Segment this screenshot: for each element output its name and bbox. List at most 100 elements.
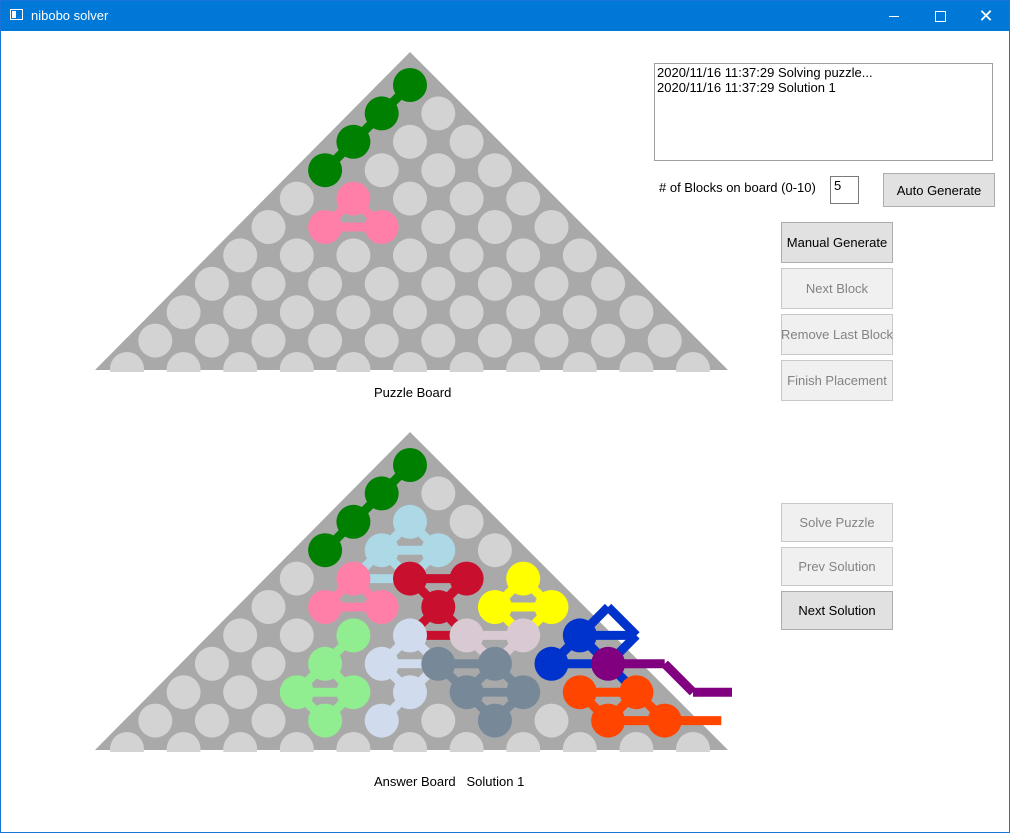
title-bar[interactable]: nibobo solver ✕ [1,1,1009,31]
puzzle-empty-cell[interactable] [166,295,201,330]
prev-solution-button[interactable]: Prev Solution [781,547,893,586]
puzzle-empty-cell[interactable] [251,210,286,244]
answer-filled-cell [619,675,654,710]
answer-filled-cell [562,675,597,710]
puzzle-empty-cell[interactable] [393,124,427,159]
answer-filled-cell [591,703,626,738]
puzzle-empty-cell[interactable] [591,266,626,301]
answer-filled-cell [506,675,541,710]
puzzle-empty-cell[interactable] [506,295,541,330]
puzzle-empty-cell[interactable] [477,153,512,188]
puzzle-empty-cell[interactable] [506,238,541,273]
answer-empty-cell [223,675,258,710]
puzzle-filled-cell[interactable] [336,181,371,216]
puzzle-empty-cell[interactable] [194,323,229,358]
blocks-count-label: # of Blocks on board (0-10) [659,180,816,195]
solve-puzzle-button[interactable]: Solve Puzzle [781,503,893,542]
next-block-button[interactable]: Next Block [781,268,893,309]
answer-empty-cell [251,703,286,738]
close-button[interactable]: ✕ [963,1,1009,31]
answer-filled-cell [591,646,626,681]
manual-generate-button[interactable]: Manual Generate [781,222,893,263]
puzzle-empty-cell[interactable] [477,323,512,358]
puzzle-empty-cell[interactable] [449,238,484,273]
puzzle-empty-cell[interactable] [477,210,512,244]
puzzle-filled-cell[interactable] [364,210,399,244]
puzzle-empty-cell[interactable] [336,295,371,330]
puzzle-empty-cell[interactable] [421,266,456,301]
puzzle-empty-cell[interactable] [534,323,569,358]
puzzle-empty-cell[interactable] [449,181,484,216]
answer-empty-cell [477,533,512,568]
puzzle-empty-cell[interactable] [421,96,456,131]
blocks-count-input[interactable]: 5 [830,176,859,204]
answer-filled-cell [562,618,597,653]
maximize-button[interactable] [917,1,963,31]
puzzle-empty-cell[interactable] [421,323,456,358]
puzzle-filled-cell[interactable] [308,210,343,244]
answer-board-label: Answer Board Solution 1 [374,774,525,789]
puzzle-empty-cell[interactable] [308,323,343,358]
puzzle-empty-cell[interactable] [251,266,286,301]
puzzle-empty-cell[interactable] [647,323,682,358]
answer-empty-cell [534,703,569,738]
remove-last-block-button[interactable]: Remove Last Block [781,314,893,355]
puzzle-filled-cell[interactable] [393,68,427,102]
auto-generate-button[interactable]: Auto Generate [883,173,995,207]
answer-filled-cell [308,646,343,681]
puzzle-empty-cell[interactable] [138,323,173,358]
close-icon: ✕ [978,6,994,26]
answer-board [95,432,732,752]
puzzle-empty-cell[interactable] [393,295,427,330]
answer-filled-cell [364,646,399,681]
puzzle-empty-cell[interactable] [562,238,597,273]
answer-filled-cell [393,561,427,596]
puzzle-empty-cell[interactable] [591,323,626,358]
puzzle-empty-cell[interactable] [308,266,343,301]
puzzle-empty-cell[interactable] [534,210,569,244]
answer-piece-connector [661,660,697,696]
window-title: nibobo solver [31,8,109,23]
puzzle-filled-cell[interactable] [308,153,343,188]
puzzle-empty-cell[interactable] [534,266,569,301]
puzzle-empty-cell[interactable] [562,295,597,330]
puzzle-empty-cell[interactable] [393,238,427,273]
answer-empty-cell [194,646,229,681]
puzzle-empty-cell[interactable] [223,295,258,330]
answer-filled-cell [477,703,512,738]
answer-filled-cell [393,448,427,482]
puzzle-empty-cell[interactable] [336,238,371,273]
answer-empty-cell [194,703,229,738]
puzzle-filled-cell[interactable] [364,96,399,131]
puzzle-board[interactable] [92,52,732,372]
answer-filled-cell [449,675,484,710]
answer-filled-cell [421,646,456,681]
minimize-button[interactable] [871,1,917,31]
puzzle-empty-cell[interactable] [251,323,286,358]
puzzle-empty-cell[interactable] [223,238,258,273]
puzzle-empty-cell[interactable] [619,295,654,330]
answer-filled-cell [421,533,456,568]
puzzle-empty-cell[interactable] [449,295,484,330]
puzzle-empty-cell[interactable] [194,266,229,301]
puzzle-empty-cell[interactable] [364,266,399,301]
answer-filled-cell [477,646,512,681]
puzzle-empty-cell[interactable] [279,295,314,330]
puzzle-empty-cell[interactable] [506,181,541,216]
puzzle-filled-cell[interactable] [336,124,371,159]
answer-empty-cell [279,561,314,596]
answer-filled-cell [534,590,569,624]
puzzle-empty-cell[interactable] [364,153,399,188]
puzzle-empty-cell[interactable] [449,124,484,159]
puzzle-empty-cell[interactable] [393,181,427,216]
log-listbox[interactable]: 2020/11/16 11:37:29 Solving puzzle... 20… [654,63,993,161]
puzzle-empty-cell[interactable] [477,266,512,301]
puzzle-empty-cell[interactable] [279,238,314,273]
puzzle-empty-cell[interactable] [279,181,314,216]
answer-filled-cell [336,675,371,710]
next-solution-button[interactable]: Next Solution [781,591,893,630]
puzzle-empty-cell[interactable] [421,210,456,244]
puzzle-empty-cell[interactable] [364,323,399,358]
finish-placement-button[interactable]: Finish Placement [781,360,893,401]
puzzle-empty-cell[interactable] [421,153,456,188]
